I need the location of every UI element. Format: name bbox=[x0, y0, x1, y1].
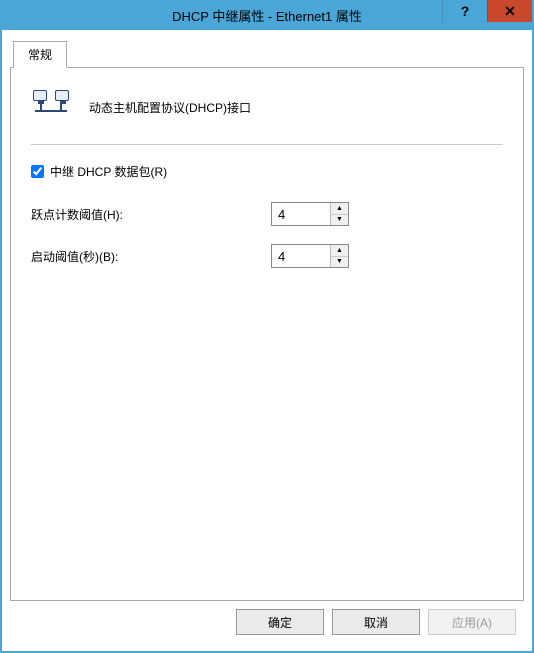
title-bar: DHCP 中继属性 - Ethernet1 属性 ? ✕ bbox=[2, 0, 532, 30]
close-button[interactable]: ✕ bbox=[487, 0, 532, 22]
boot-threshold-arrows: ▲ ▼ bbox=[330, 245, 348, 267]
spinner-down-icon[interactable]: ▼ bbox=[331, 257, 348, 268]
network-icon bbox=[33, 90, 69, 124]
tab-general[interactable]: 常规 bbox=[13, 41, 67, 68]
spinner-up-icon[interactable]: ▲ bbox=[331, 203, 348, 215]
spinner-up-icon[interactable]: ▲ bbox=[331, 245, 348, 257]
hop-threshold-label: 跃点计数阈值(H): bbox=[31, 206, 271, 223]
window-buttons: ? ✕ bbox=[442, 0, 532, 30]
ok-button[interactable]: 确定 bbox=[236, 609, 324, 635]
hop-threshold-row: 跃点计数阈值(H): 4 ▲ ▼ bbox=[31, 202, 503, 226]
close-icon: ✕ bbox=[504, 3, 516, 20]
hop-threshold-spinner[interactable]: 4 ▲ ▼ bbox=[271, 202, 349, 226]
tab-strip: 常规 bbox=[10, 41, 524, 68]
relay-checkbox[interactable] bbox=[31, 165, 44, 178]
divider bbox=[31, 144, 503, 145]
boot-threshold-spinner[interactable]: 4 ▲ ▼ bbox=[271, 244, 349, 268]
relay-checkbox-label: 中继 DHCP 数据包(R) bbox=[50, 163, 167, 180]
content-area: 常规 动态主机配置协议(DHCP)接口 中继 DHCP 数据包(R) 跃点计数阈… bbox=[2, 30, 532, 651]
apply-button: 应用(A) bbox=[428, 609, 516, 635]
panel-header-text: 动态主机配置协议(DHCP)接口 bbox=[89, 99, 251, 116]
relay-checkbox-row: 中继 DHCP 数据包(R) bbox=[31, 163, 503, 180]
cancel-button[interactable]: 取消 bbox=[332, 609, 420, 635]
spinner-down-icon[interactable]: ▼ bbox=[331, 215, 348, 226]
dialog-footer: 确定 取消 应用(A) bbox=[10, 601, 524, 643]
boot-threshold-value[interactable]: 4 bbox=[272, 245, 330, 267]
panel-header: 动态主机配置协议(DHCP)接口 bbox=[31, 86, 503, 140]
tab-panel-general: 动态主机配置协议(DHCP)接口 中继 DHCP 数据包(R) 跃点计数阈值(H… bbox=[10, 67, 524, 601]
hop-threshold-value[interactable]: 4 bbox=[272, 203, 330, 225]
hop-threshold-arrows: ▲ ▼ bbox=[330, 203, 348, 225]
boot-threshold-label: 启动阈值(秒)(B): bbox=[31, 248, 271, 265]
boot-threshold-row: 启动阈值(秒)(B): 4 ▲ ▼ bbox=[31, 244, 503, 268]
help-button[interactable]: ? bbox=[442, 0, 487, 22]
